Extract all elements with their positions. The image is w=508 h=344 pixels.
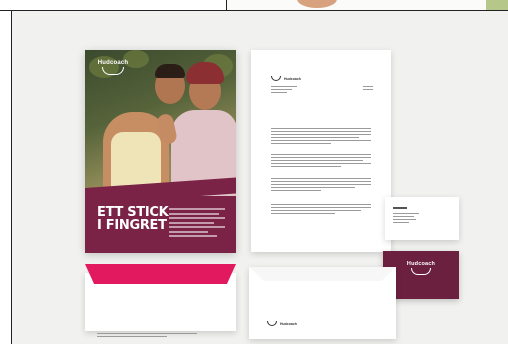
- business-card-front: [385, 197, 459, 240]
- poster-logo-text: Hudcoach: [97, 60, 129, 66]
- poster-headline-line2: I FINGRET: [97, 218, 167, 233]
- person-right-beanie: [186, 62, 224, 84]
- letterhead-paragraph-1: [271, 128, 371, 146]
- poster: Hudcoach ETT STICK I FINGRET: [85, 50, 236, 253]
- card-contact-lines: [393, 213, 419, 225]
- letterhead-reference: [363, 86, 373, 92]
- smile-logo-icon: [271, 76, 281, 81]
- smile-logo-icon: [267, 321, 277, 326]
- stationery-mockup-image: Hudcoach ETT STICK I FINGRET Hudcoach Hu…: [11, 11, 508, 344]
- envelope-right: Hudcoach: [249, 267, 396, 339]
- poster-logo: Hudcoach: [95, 60, 131, 75]
- letterhead-paragraph-2: [271, 154, 371, 169]
- envelope-address-lines: [97, 333, 197, 339]
- poster-photo: Hudcoach: [85, 50, 236, 196]
- poster-body-text: [169, 208, 225, 240]
- green-fragment: [486, 0, 508, 10]
- smile-logo-icon: [102, 67, 124, 75]
- hand-fragment: [297, 0, 337, 8]
- previous-image-edge: [227, 0, 508, 11]
- envelope-magenta-flap: [85, 264, 236, 284]
- envelope-right-flap: [249, 267, 396, 281]
- letterhead-address: [271, 86, 297, 95]
- letterhead: Hudcoach: [251, 50, 391, 252]
- letterhead-paragraph-4: [271, 204, 371, 216]
- previous-tile-edge: [0, 0, 227, 11]
- letterhead-logo: Hudcoach: [271, 76, 301, 81]
- person-left-hair: [155, 64, 185, 78]
- envelope-logo: Hudcoach: [267, 321, 297, 326]
- poster-headline: ETT STICK I FINGRET: [97, 206, 169, 233]
- letterhead-paragraph-3: [271, 178, 371, 193]
- envelope-logo-text: Hudcoach: [280, 321, 297, 326]
- smile-logo-icon: [411, 268, 431, 275]
- letterhead-logo-text: Hudcoach: [284, 76, 301, 81]
- card-name-line: [393, 207, 407, 209]
